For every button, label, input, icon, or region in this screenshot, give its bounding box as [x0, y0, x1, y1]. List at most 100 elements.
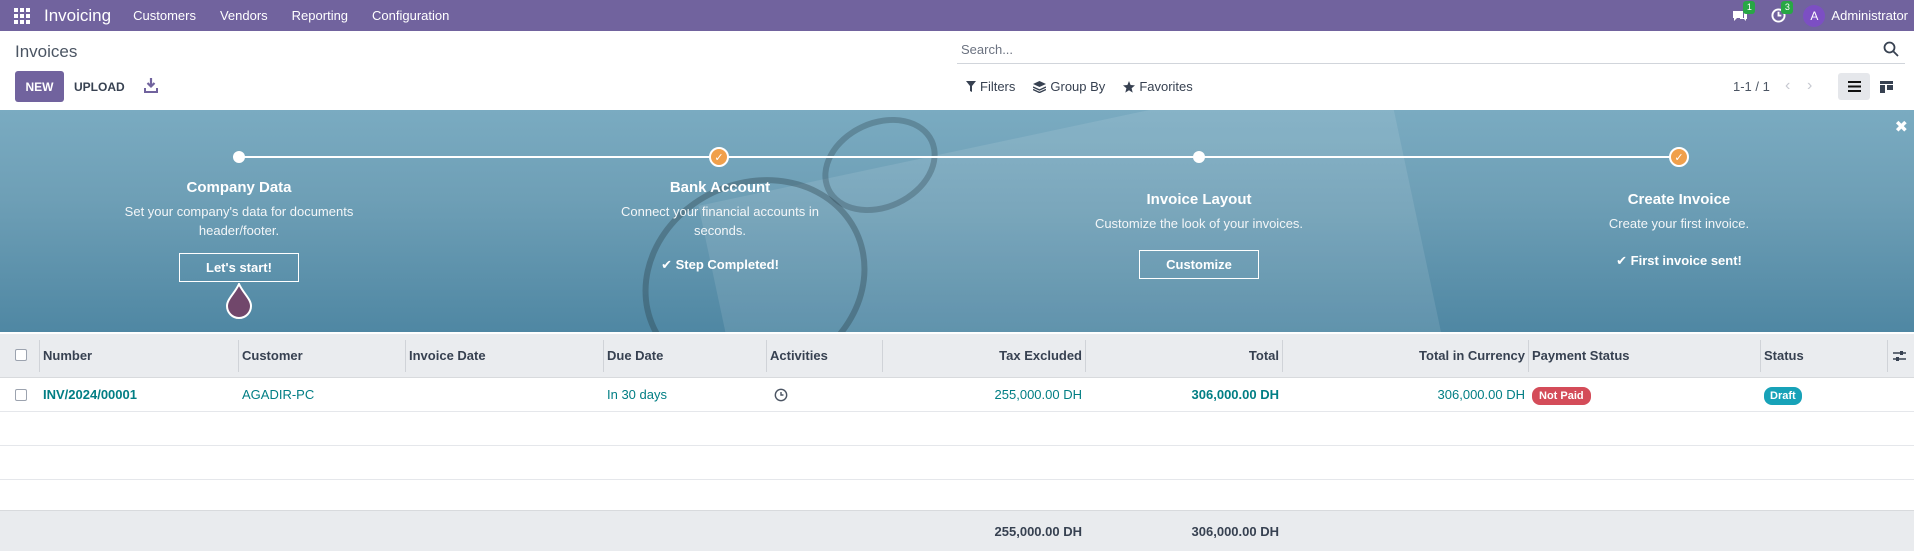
groupby-label: Group By: [1050, 79, 1106, 94]
search-input[interactable]: [957, 36, 1857, 62]
step-4-status: ✔ First invoice sent!: [1554, 253, 1804, 269]
list-view-button[interactable]: [1838, 73, 1870, 100]
layers-icon: [1033, 80, 1047, 93]
menu-customers[interactable]: Customers: [133, 8, 196, 23]
step-2-status: ✔ Step Completed!: [600, 257, 840, 273]
check-icon: ✔: [1616, 253, 1628, 268]
progress-track: [238, 156, 1680, 158]
empty-row: [0, 480, 1914, 514]
col-customer[interactable]: Customer: [242, 334, 303, 378]
step-create-invoice: Create Invoice Create your first invoice…: [1554, 191, 1804, 269]
col-due-date[interactable]: Due Date: [607, 334, 663, 378]
new-button[interactable]: NEW: [15, 71, 64, 102]
column-separator: [405, 340, 406, 372]
cell-customer[interactable]: AGADIR-PC: [242, 378, 314, 412]
cell-total[interactable]: 306,000.00 DH: [1192, 378, 1279, 412]
filters-label: Filters: [980, 79, 1016, 94]
pager-next-icon[interactable]: ›: [1807, 77, 1812, 95]
search-bar: [957, 36, 1905, 64]
total-amount: 306,000.00 DH: [1191, 524, 1279, 539]
col-activities[interactable]: Activities: [770, 334, 828, 378]
step-1-dot: [233, 151, 245, 163]
column-separator: [1887, 340, 1888, 372]
avatar[interactable]: A: [1803, 4, 1826, 27]
activities-button[interactable]: 3: [1759, 0, 1797, 31]
status-badge: Draft: [1764, 387, 1802, 405]
upload-button[interactable]: UPLOAD: [74, 71, 125, 102]
column-separator: [1282, 340, 1283, 372]
search-icon[interactable]: [1883, 41, 1899, 57]
page-title: Invoices: [15, 42, 78, 61]
step-4-status-label: First invoice sent!: [1630, 253, 1742, 268]
favorites-label: Favorites: [1139, 79, 1193, 94]
customize-button[interactable]: Customize: [1139, 250, 1259, 279]
download-icon[interactable]: [144, 77, 158, 93]
step-2-check-icon: ✓: [709, 147, 729, 167]
filter-icon: [966, 81, 976, 92]
search-options: Filters Group By Favorites: [966, 79, 1193, 94]
total-tax-excluded: 255,000.00 DH: [994, 524, 1082, 539]
column-separator: [238, 340, 239, 372]
column-separator: [1760, 340, 1761, 372]
filters-button[interactable]: Filters: [966, 79, 1015, 94]
lets-start-button[interactable]: Let's start!: [179, 253, 299, 282]
step-invoice-layout: Invoice Layout Customize the look of you…: [1074, 191, 1324, 279]
star-icon: [1123, 80, 1136, 93]
menu-configuration[interactable]: Configuration: [372, 8, 449, 23]
step-3-desc: Customize the look of your invoices.: [1094, 216, 1304, 231]
optional-columns-icon[interactable]: [1893, 350, 1906, 362]
column-separator: [39, 340, 40, 372]
table-row[interactable]: INV/2024/00001 AGADIR-PC In 30 days 255,…: [0, 378, 1914, 412]
cell-number[interactable]: INV/2024/00001: [43, 378, 137, 412]
favorites-button[interactable]: Favorites: [1123, 79, 1193, 94]
step-4-desc: Create your first invoice.: [1608, 216, 1750, 231]
col-status[interactable]: Status: [1764, 334, 1804, 378]
column-separator: [766, 340, 767, 372]
table-footer-totals: 255,000.00 DH 306,000.00 DH: [0, 510, 1914, 551]
select-all-checkbox[interactable]: [15, 349, 27, 361]
cell-due-date[interactable]: In 30 days: [607, 378, 667, 412]
menu-reporting[interactable]: Reporting: [292, 8, 348, 23]
col-tax-excluded[interactable]: Tax Excluded: [999, 334, 1082, 378]
step-bank-account: Bank Account Connect your financial acco…: [600, 179, 840, 273]
step-4-title: Create Invoice: [1627, 191, 1731, 208]
column-separator: [1528, 340, 1529, 372]
col-total[interactable]: Total: [1249, 334, 1279, 378]
apps-menu-icon[interactable]: [0, 0, 44, 31]
check-icon: ✔: [661, 257, 672, 272]
payment-status-badge: Not Paid: [1532, 387, 1591, 405]
step-2-title: Bank Account: [669, 179, 771, 196]
col-payment-status[interactable]: Payment Status: [1532, 334, 1630, 378]
pager-value[interactable]: 1-1 / 1: [1733, 79, 1770, 94]
step-4-check-icon: ✓: [1669, 147, 1689, 167]
activity-clock-icon[interactable]: [774, 388, 788, 402]
activities-count-badge: 3: [1781, 1, 1794, 14]
column-separator: [603, 340, 604, 372]
table-header: Number Customer Invoice Date Due Date Ac…: [0, 334, 1914, 378]
kanban-icon: [1879, 80, 1893, 93]
list-icon: [1847, 81, 1861, 92]
empty-row: [0, 412, 1914, 446]
kanban-view-button[interactable]: [1870, 73, 1902, 100]
column-separator: [882, 340, 883, 372]
empty-row: [0, 446, 1914, 480]
col-invoice-date[interactable]: Invoice Date: [409, 334, 486, 378]
top-navbar: Invoicing Customers Vendors Reporting Co…: [0, 0, 1914, 31]
messages-button[interactable]: 1: [1721, 0, 1759, 31]
row-checkbox[interactable]: [15, 389, 27, 401]
cell-total-currency[interactable]: 306,000.00 DH: [1438, 378, 1525, 412]
close-banner-icon[interactable]: ✖: [1895, 117, 1908, 137]
cell-tax-excluded[interactable]: 255,000.00 DH: [995, 378, 1082, 412]
pager-prev-icon[interactable]: ‹: [1785, 77, 1790, 95]
step-2-status-label: Step Completed!: [675, 257, 779, 272]
col-number[interactable]: Number: [43, 334, 92, 378]
menu-vendors[interactable]: Vendors: [220, 8, 268, 23]
user-name[interactable]: Administrator: [1831, 8, 1908, 23]
step-company-data: Company Data Set your company's data for…: [114, 179, 364, 282]
col-total-currency[interactable]: Total in Currency: [1419, 334, 1525, 378]
groupby-button[interactable]: Group By: [1033, 79, 1105, 94]
app-brand[interactable]: Invoicing: [44, 6, 111, 26]
step-1-desc: Set your company's data for documents he…: [124, 204, 354, 238]
messages-count-badge: 1: [1743, 1, 1756, 14]
step-3-title: Invoice Layout: [1146, 191, 1252, 208]
